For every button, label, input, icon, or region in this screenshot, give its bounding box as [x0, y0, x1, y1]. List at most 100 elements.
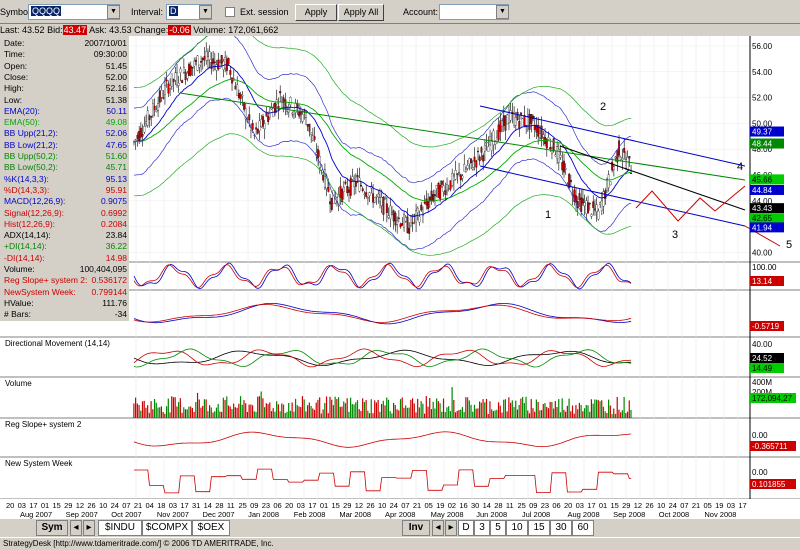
- tab-interval-5[interactable]: 5: [490, 520, 506, 536]
- inv-scroll-right-icon[interactable]: ▸: [445, 520, 457, 536]
- candle-body: [508, 111, 510, 124]
- date-day-label: 20: [6, 501, 14, 510]
- date-day-label: 21: [413, 501, 421, 510]
- candle-body: [449, 180, 452, 190]
- volume-bar: [148, 412, 150, 418]
- ext-session-checkbox[interactable]: [225, 7, 235, 17]
- interval-dropdown-icon[interactable]: ▼: [199, 5, 212, 19]
- candle-body: [391, 212, 393, 215]
- candle-body: [145, 121, 147, 125]
- date-day-label: 10: [378, 501, 386, 510]
- volume-bar: [181, 412, 183, 418]
- sym-scroll-left-icon[interactable]: ◂: [70, 520, 82, 536]
- data-row: # Bars: -34: [0, 309, 129, 319]
- tab-indu[interactable]: $INDU: [98, 520, 142, 536]
- volume-bar: [565, 411, 567, 418]
- candle-body: [365, 192, 368, 197]
- wave-label: 1: [545, 209, 551, 221]
- volume-bar: [135, 397, 137, 418]
- symbol-dropdown-icon[interactable]: ▼: [107, 5, 120, 19]
- inv-button[interactable]: Inv: [402, 520, 430, 536]
- volume-bar: [578, 402, 580, 418]
- volume-bar: [527, 410, 529, 418]
- volume-bar: [245, 403, 247, 418]
- volume-bar: [276, 401, 278, 418]
- data-row-label: MACD(12,26,9):: [4, 196, 66, 207]
- candle-body: [501, 120, 504, 127]
- candle-body: [434, 194, 436, 197]
- sym-scroll-right-icon[interactable]: ▸: [83, 520, 95, 536]
- sym-button[interactable]: Sym: [36, 520, 68, 536]
- candle-body: [296, 103, 299, 108]
- tab-interval-60[interactable]: 60: [572, 520, 594, 536]
- volume-bar: [329, 396, 331, 418]
- candle-body: [344, 181, 347, 184]
- regslope-tag-label: -0.365711: [752, 442, 788, 451]
- date-day-label: 01: [320, 501, 328, 510]
- data-row: EMA(20): 50.11: [0, 106, 129, 116]
- volume-bar: [396, 409, 398, 418]
- candle-body: [559, 155, 562, 158]
- volume-bar: [303, 399, 305, 418]
- tab-interval-10[interactable]: 10: [506, 520, 528, 536]
- data-row-value: 95.91: [105, 184, 127, 195]
- account-dropdown-icon[interactable]: ▼: [496, 5, 509, 19]
- apply-button[interactable]: Apply: [295, 4, 337, 21]
- volume-bar: [155, 402, 157, 418]
- volume-bar: [368, 413, 371, 418]
- candle-body: [463, 164, 466, 172]
- volume-bar: [398, 410, 400, 418]
- date-day-label: 09: [250, 501, 258, 510]
- tab-interval-d[interactable]: D: [458, 520, 474, 536]
- candle-body: [607, 174, 610, 188]
- bid-label: Bid:: [47, 25, 63, 35]
- volume-bar: [279, 411, 281, 418]
- candle-body: [231, 77, 233, 84]
- candle-body: [465, 168, 467, 172]
- data-row-value: 45.71: [105, 162, 127, 173]
- volume-bar: [193, 411, 195, 418]
- candle-body: [521, 118, 524, 128]
- candle-body: [339, 186, 342, 199]
- volume-bar: [544, 403, 546, 418]
- volume-bar: [257, 396, 259, 418]
- tab-oex[interactable]: $OEX: [192, 520, 230, 536]
- volume-bar: [608, 399, 610, 418]
- tab-interval-3[interactable]: 3: [474, 520, 490, 536]
- date-day-label: 24: [390, 501, 398, 510]
- tab-compx[interactable]: $COMPX: [142, 520, 192, 536]
- date-day-label: 07: [680, 501, 688, 510]
- volume-bar: [532, 408, 534, 418]
- data-row: Signal(12,26,9): 0.6992: [0, 208, 129, 218]
- candle-body: [260, 119, 263, 128]
- volume-bar: [219, 411, 221, 418]
- data-row-label: High:: [4, 83, 24, 94]
- volume-bar: [298, 406, 300, 418]
- volume-bar: [489, 401, 491, 418]
- tab-interval-15[interactable]: 15: [528, 520, 550, 536]
- volume-bar: [231, 409, 233, 418]
- volume-bar: [599, 401, 601, 418]
- price-tag-label: 44.84: [752, 186, 773, 195]
- candle-body: [585, 200, 588, 214]
- data-row-value: 0.9075: [101, 196, 127, 207]
- data-row-label: NewSystem Week:: [4, 286, 76, 297]
- data-row-value: 2007/10/01: [84, 38, 127, 48]
- inv-scroll-left-icon[interactable]: ◂: [432, 520, 444, 536]
- candle-body: [256, 129, 259, 134]
- apply-all-button[interactable]: Apply All: [338, 4, 384, 21]
- volume-bar: [227, 405, 230, 418]
- volume-bar: [190, 406, 192, 418]
- volume-bar: [413, 403, 415, 418]
- volume-bar: [202, 405, 204, 418]
- volume-bar: [336, 399, 338, 418]
- volume-bar: [465, 397, 467, 418]
- candle-body: [182, 66, 185, 73]
- volume-bar: [454, 412, 457, 418]
- volume-bar: [248, 404, 250, 418]
- candle-body: [401, 223, 404, 226]
- volume-bar: [466, 397, 469, 418]
- tab-interval-30[interactable]: 30: [550, 520, 572, 536]
- candle-body: [396, 220, 399, 225]
- volume-bar: [160, 406, 163, 418]
